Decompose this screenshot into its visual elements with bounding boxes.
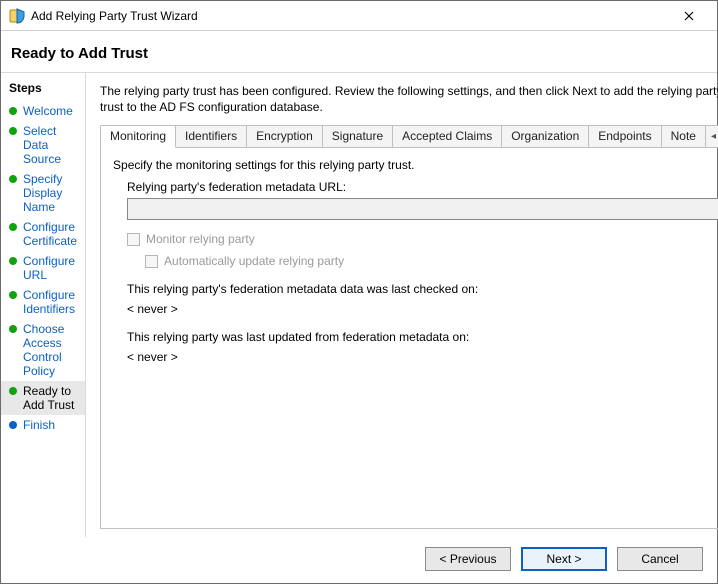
step-select-data-source[interactable]: Select Data Source (1, 121, 85, 169)
step-label: Welcome (23, 104, 73, 118)
monitor-checkbox-label: Monitor relying party (146, 232, 255, 246)
titlebar: Add Relying Party Trust Wizard (1, 1, 717, 31)
tab-accepted-claims[interactable]: Accepted Claims (393, 126, 502, 147)
step-done-icon (9, 325, 17, 333)
checkbox-icon (145, 255, 158, 268)
window-title: Add Relying Party Trust Wizard (31, 9, 669, 23)
page-title: Ready to Add Trust (1, 31, 717, 72)
tab-strip: Monitoring Identifiers Encryption Signat… (101, 126, 718, 148)
step-configure-certificate[interactable]: Configure Certificate (1, 217, 85, 251)
tab-encryption[interactable]: Encryption (247, 126, 323, 147)
step-label: Configure URL (23, 254, 77, 282)
wizard-buttons: < Previous Next > Cancel (1, 537, 717, 583)
tab-scroll-left[interactable]: ◂ (705, 126, 718, 147)
tab-monitoring[interactable]: Monitoring (101, 126, 176, 148)
step-done-icon (9, 107, 17, 115)
metadata-url-label: Relying party's federation metadata URL: (127, 180, 718, 194)
monitor-checkbox: Monitor relying party (127, 232, 718, 246)
monitoring-description: Specify the monitoring settings for this… (113, 158, 718, 172)
tab-organization[interactable]: Organization (502, 126, 589, 147)
step-ready-to-add-trust[interactable]: Ready to Add Trust (1, 381, 85, 415)
metadata-url-input[interactable] (127, 198, 718, 220)
last-updated-value: < never > (127, 350, 718, 364)
previous-button[interactable]: < Previous (425, 547, 511, 571)
step-specify-display-name[interactable]: Specify Display Name (1, 169, 85, 217)
step-welcome[interactable]: Welcome (1, 101, 85, 121)
tab-endpoints[interactable]: Endpoints (589, 126, 661, 147)
tab-signature[interactable]: Signature (323, 126, 393, 147)
step-finish[interactable]: Finish (1, 415, 85, 435)
auto-update-checkbox: Automatically update relying party (145, 254, 718, 268)
last-checked-label: This relying party's federation metadata… (127, 282, 718, 296)
step-configure-url[interactable]: Configure URL (1, 251, 85, 285)
settings-tabbox: Monitoring Identifiers Encryption Signat… (100, 125, 718, 529)
steps-sidebar: Steps Welcome Select Data Source Specify… (1, 73, 86, 537)
step-done-icon (9, 257, 17, 265)
step-label: Finish (23, 418, 55, 432)
step-access-control-policy[interactable]: Choose Access Control Policy (1, 319, 85, 381)
auto-update-checkbox-label: Automatically update relying party (164, 254, 344, 268)
step-label: Specify Display Name (23, 172, 77, 214)
close-button[interactable] (669, 2, 709, 30)
step-label: Ready to Add Trust (23, 384, 77, 412)
steps-heading: Steps (1, 77, 85, 101)
last-checked-value: < never > (127, 302, 718, 316)
step-current-icon (9, 387, 17, 395)
step-done-icon (9, 223, 17, 231)
cancel-button[interactable]: Cancel (617, 547, 703, 571)
intro-text: The relying party trust has been configu… (100, 83, 718, 115)
step-label: Select Data Source (23, 124, 77, 166)
tab-identifiers[interactable]: Identifiers (176, 126, 247, 147)
step-label: Choose Access Control Policy (23, 322, 77, 378)
step-done-icon (9, 127, 17, 135)
step-configure-identifiers[interactable]: Configure Identifiers (1, 285, 85, 319)
tab-monitoring-panel: Specify the monitoring settings for this… (101, 148, 718, 528)
tab-notes[interactable]: Note (662, 126, 705, 147)
wizard-window: Add Relying Party Trust Wizard Ready to … (0, 0, 718, 584)
step-pending-icon (9, 421, 17, 429)
content-area: Steps Welcome Select Data Source Specify… (1, 72, 717, 537)
step-done-icon (9, 175, 17, 183)
step-label: Configure Identifiers (23, 288, 77, 316)
step-label: Configure Certificate (23, 220, 77, 248)
app-icon (9, 8, 25, 24)
next-button[interactable]: Next > (521, 547, 607, 571)
main-panel: The relying party trust has been configu… (86, 73, 718, 537)
step-done-icon (9, 291, 17, 299)
checkbox-icon (127, 233, 140, 246)
last-updated-label: This relying party was last updated from… (127, 330, 718, 344)
